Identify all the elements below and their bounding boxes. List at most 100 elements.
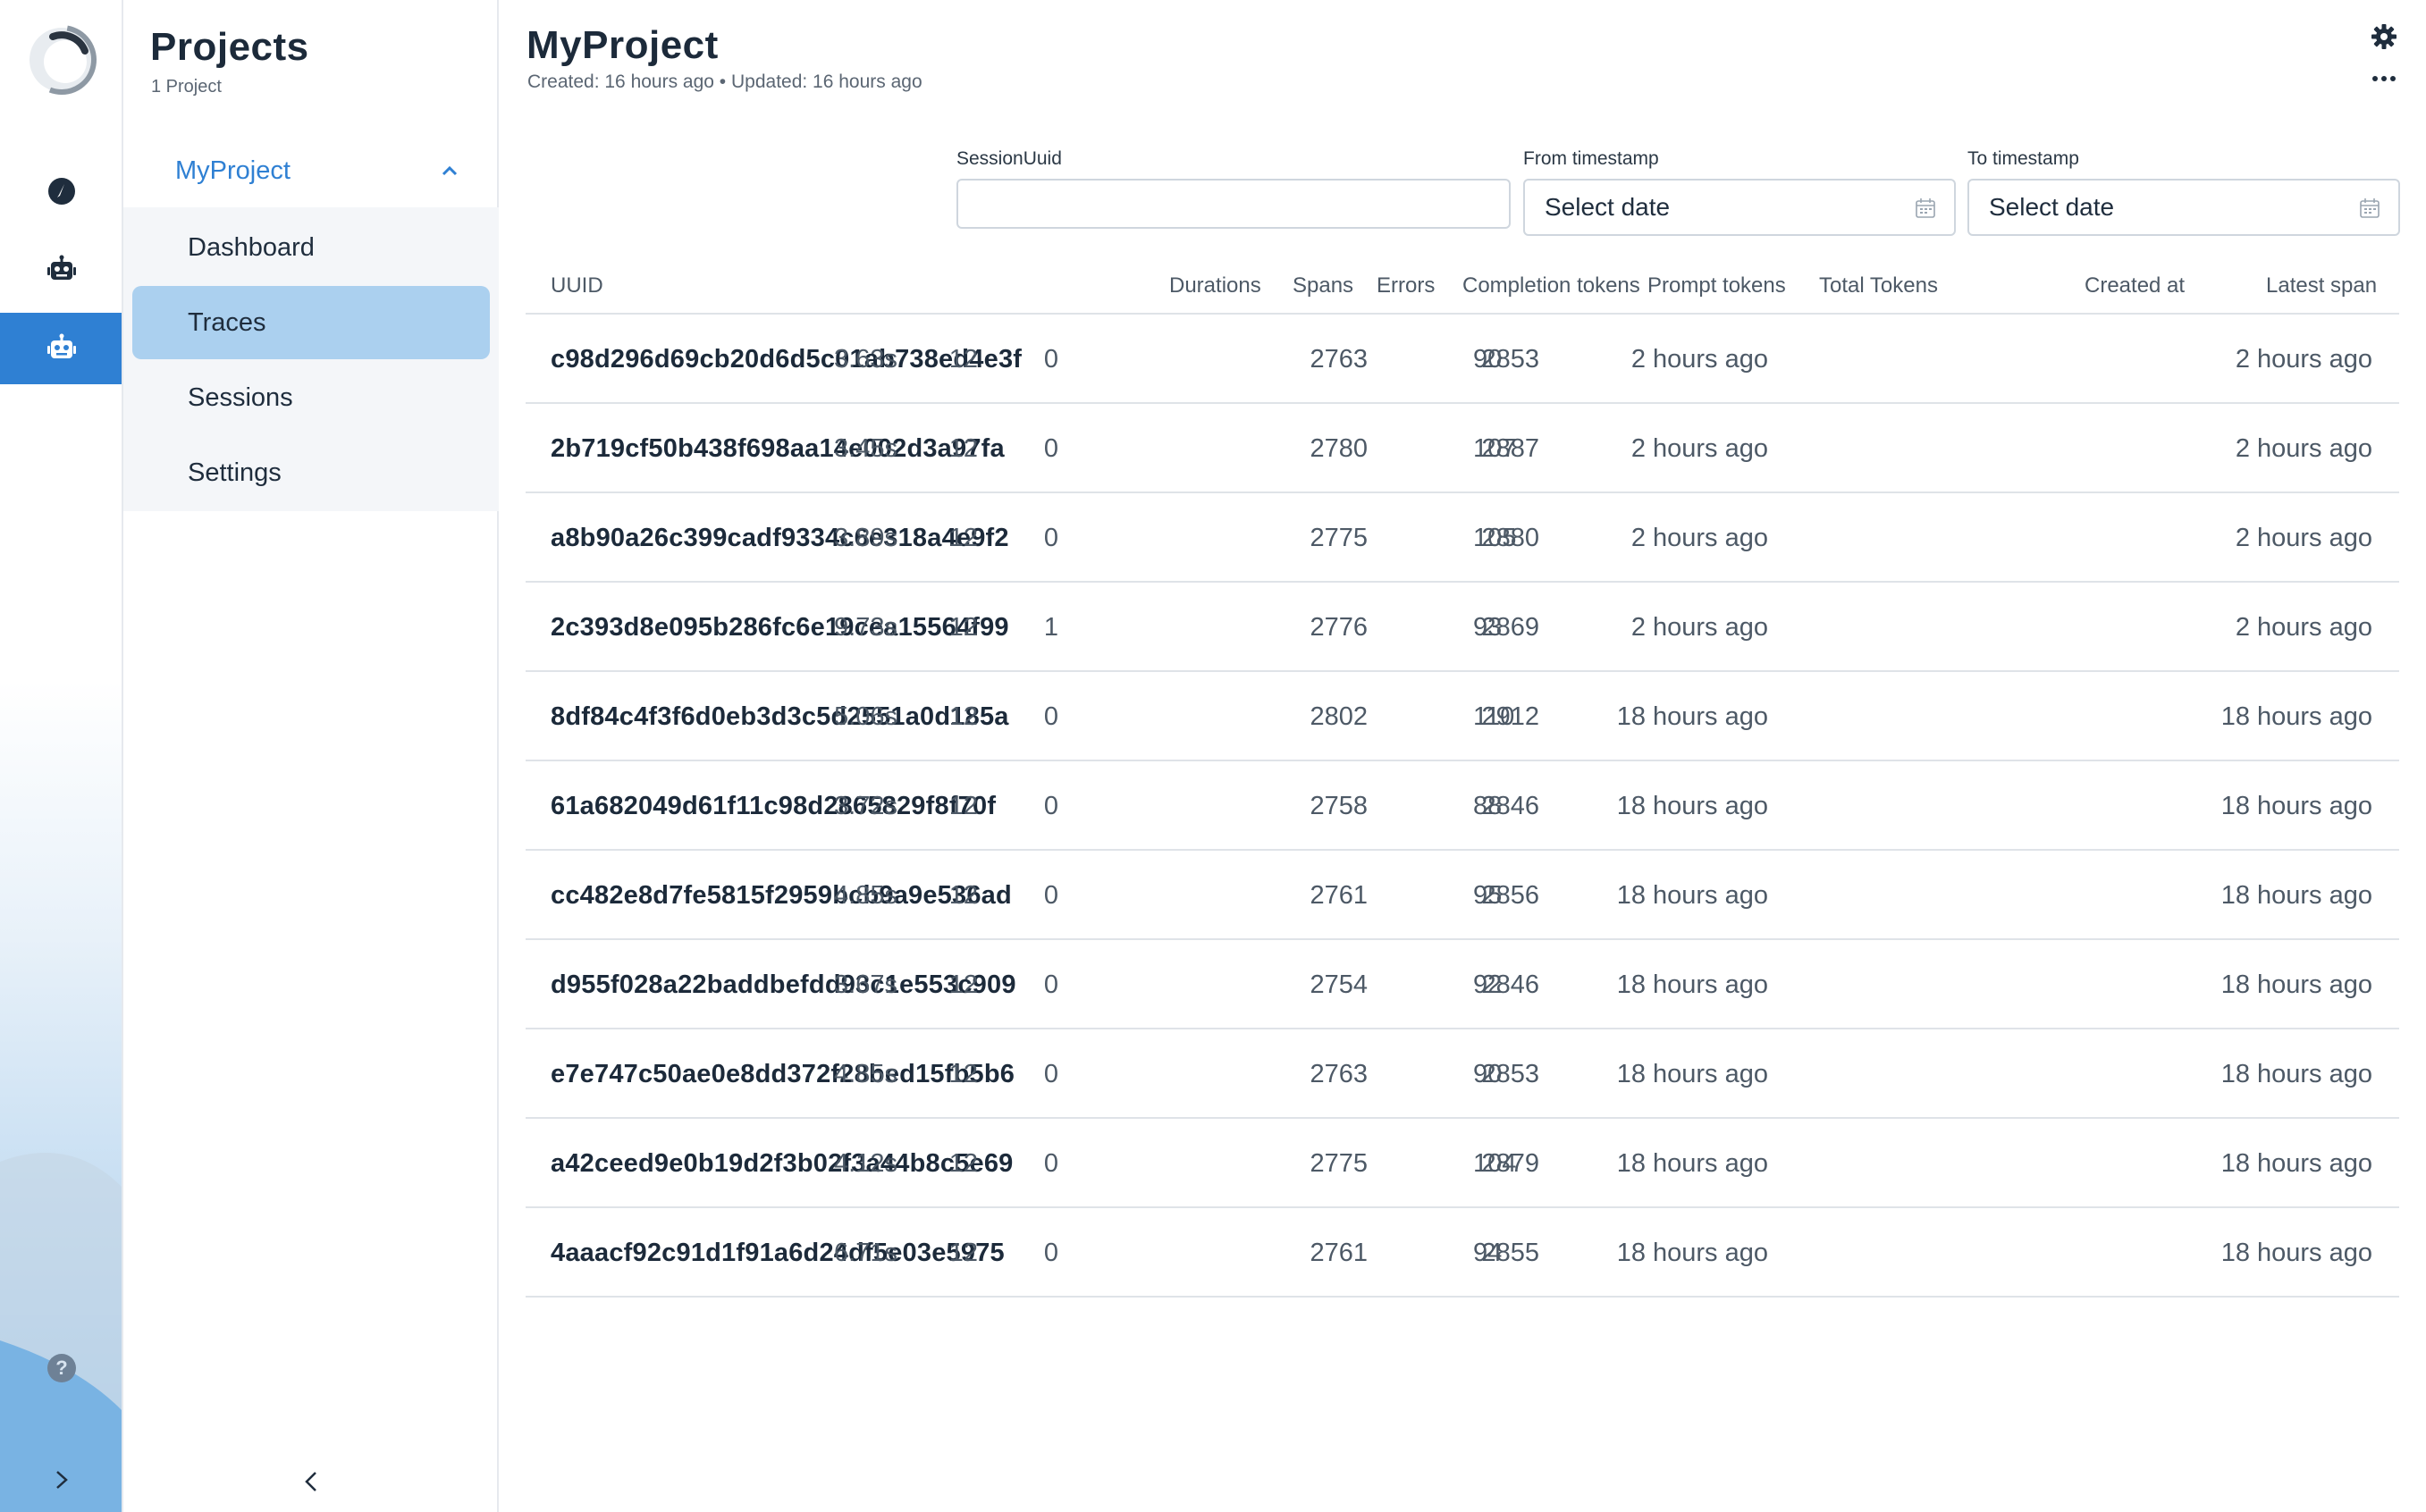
cell-duration: 4.12s: [834, 1149, 897, 1178]
cell-errors: 1: [1043, 613, 1058, 642]
cell-latest-span: 18 hours ago: [2220, 1239, 2372, 1267]
cell-errors: 0: [1043, 1239, 1058, 1267]
cell-total-tokens: 2879: [1481, 1149, 1539, 1178]
cell-created-at: 2 hours ago: [1630, 434, 1768, 463]
to-timestamp-filter: To timestamp Select date: [1967, 148, 2400, 236]
cell-spans: 12: [948, 434, 978, 463]
table-row[interactable]: 61a682049d61f11c98d2865829f8f70f 3.72s 12 0…: [526, 761, 2399, 851]
project-submenu: Dashboard Traces Sessions Settings: [123, 207, 499, 511]
cell-errors: 0: [1043, 524, 1058, 552]
rail-dashboard-button[interactable]: [0, 155, 122, 227]
sidebar-item-dashboard[interactable]: Dashboard: [132, 211, 490, 284]
cell-uuid[interactable]: cc482e8d7fe5815f2959bcb9a9e536ad: [551, 881, 1012, 911]
cell-uuid[interactable]: 2c393d8e095b286fc6e19cea15564f99: [551, 613, 1009, 643]
cell-duration: 4.85s: [834, 1060, 897, 1088]
table-row[interactable]: e7e747c50ae0e8dd372f28bed15fb5b6 4.85s 12 0…: [526, 1029, 2399, 1119]
cell-prompt-tokens: 2775: [1310, 524, 1368, 552]
column-header-completion-tokens[interactable]: Completion tokens: [1462, 273, 1640, 298]
cell-prompt-tokens: 2775: [1310, 1149, 1368, 1178]
cell-prompt-tokens: 2758: [1310, 792, 1368, 820]
calendar-icon: [2360, 198, 2380, 218]
table-row[interactable]: d955f028a22baddbefdd93c1e553c909 3.67s 12 0…: [526, 940, 2399, 1029]
rail-traces-button[interactable]: [0, 313, 122, 384]
cell-created-at: 18 hours ago: [1616, 702, 1768, 731]
cell-prompt-tokens: 2780: [1310, 434, 1368, 463]
cell-errors: 0: [1043, 434, 1058, 463]
cell-created-at: 2 hours ago: [1630, 345, 1768, 374]
cell-errors: 0: [1043, 345, 1058, 374]
sidebar-item-settings[interactable]: Settings: [132, 436, 490, 509]
table-row[interactable]: 2c393d8e095b286fc6e19cea15564f99 9.73s 12 1…: [526, 583, 2399, 672]
cell-uuid[interactable]: e7e747c50ae0e8dd372f28bed15fb5b6: [551, 1060, 1015, 1089]
cell-uuid[interactable]: a8b90a26c399cadf9334c6e318a4e9f2: [551, 524, 1009, 553]
cell-errors: 0: [1043, 1149, 1058, 1178]
cell-latest-span: 2 hours ago: [2235, 524, 2372, 552]
cell-latest-span: 2 hours ago: [2235, 345, 2372, 374]
cell-total-tokens: 2856: [1481, 881, 1539, 910]
column-header-latest-span[interactable]: Latest span: [2266, 273, 2377, 298]
cell-total-tokens: 2853: [1481, 1060, 1539, 1088]
cell-uuid[interactable]: 4aaacf92c91d1f91a6d24df5e03e5975: [551, 1239, 1005, 1268]
project-count: 1 Project: [151, 77, 222, 97]
cell-errors: 0: [1043, 1060, 1058, 1088]
cell-duration: 9.73s: [834, 613, 897, 642]
column-header-errors[interactable]: Errors: [1377, 273, 1435, 298]
from-timestamp-label: From timestamp: [1523, 148, 1659, 169]
cell-spans: 12: [948, 345, 978, 374]
chevron-up-icon: [442, 165, 458, 176]
cell-latest-span: 2 hours ago: [2235, 613, 2372, 642]
table-row[interactable]: 8df84c4f3f6d0eb3d3c5d2551a0d185a 5.06s 12 0…: [526, 672, 2399, 761]
cell-prompt-tokens: 2761: [1310, 881, 1368, 910]
column-header-prompt-tokens[interactable]: Prompt tokens: [1647, 273, 1786, 298]
session-uuid-input[interactable]: [978, 181, 1489, 227]
table-row[interactable]: a8b90a26c399cadf9334c6e318a4e9f2 3.89s 12 0…: [526, 493, 2399, 583]
table-row[interactable]: c98d296d69cb20d6d5c01ab738ed4e3f 3.63s 12 0…: [526, 315, 2399, 404]
help-icon[interactable]: ?: [47, 1354, 76, 1382]
cell-created-at: 18 hours ago: [1616, 970, 1768, 999]
column-header-uuid[interactable]: UUID: [551, 273, 603, 298]
column-header-spans[interactable]: Spans: [1293, 273, 1353, 298]
gear-icon[interactable]: [2371, 23, 2397, 50]
cell-prompt-tokens: 2763: [1310, 1060, 1368, 1088]
from-timestamp-picker[interactable]: Select date: [1523, 179, 1956, 236]
to-timestamp-picker[interactable]: Select date: [1967, 179, 2400, 236]
cell-errors: 0: [1043, 792, 1058, 820]
cell-uuid[interactable]: 8df84c4f3f6d0eb3d3c5d2551a0d185a: [551, 702, 1009, 732]
collapse-sidebar-button[interactable]: [293, 1464, 329, 1499]
column-header-created-at[interactable]: Created at: [2085, 273, 2185, 298]
table-row[interactable]: a42ceed9e0b19d2f3b02f3a44b8c5e69 4.12s 12 0…: [526, 1119, 2399, 1208]
more-options-icon[interactable]: [2371, 70, 2397, 88]
cell-uuid[interactable]: a42ceed9e0b19d2f3b02f3a44b8c5e69: [551, 1149, 1014, 1179]
traces-table: UUID Durations Spans Errors Completion t…: [526, 259, 2399, 1298]
cell-total-tokens: 2887: [1481, 434, 1539, 463]
table-row[interactable]: 4aaacf92c91d1f91a6d24df5e03e5975 6.71s 12 0…: [526, 1208, 2399, 1298]
chevron-left-icon: [305, 1472, 316, 1491]
table-row[interactable]: 2b719cf50b438f698aa14e002d3a97fa 3.45s 12 0…: [526, 404, 2399, 493]
cell-created-at: 2 hours ago: [1630, 524, 1768, 552]
cell-total-tokens: 2869: [1481, 613, 1539, 642]
column-header-total-tokens[interactable]: Total Tokens: [1819, 273, 1938, 298]
project-selector[interactable]: MyProject: [123, 134, 499, 207]
cell-uuid[interactable]: 61a682049d61f11c98d2865829f8f70f: [551, 792, 996, 821]
cell-prompt-tokens: 2761: [1310, 1239, 1368, 1267]
app-logo[interactable]: [26, 24, 97, 96]
expand-sidebar-button[interactable]: [0, 1448, 122, 1512]
column-header-durations[interactable]: Durations: [1169, 273, 1261, 298]
cell-total-tokens: 2912: [1481, 702, 1539, 731]
cell-duration: 3.89s: [834, 524, 897, 552]
gauge-icon: [48, 178, 75, 205]
cell-uuid[interactable]: d955f028a22baddbefdd93c1e553c909: [551, 970, 1016, 1000]
cell-created-at: 18 hours ago: [1616, 1060, 1768, 1088]
cell-latest-span: 18 hours ago: [2220, 881, 2372, 910]
sidebar-item-traces[interactable]: Traces: [132, 286, 490, 359]
sidebar-item-sessions[interactable]: Sessions: [132, 361, 490, 434]
cell-uuid[interactable]: 2b719cf50b438f698aa14e002d3a97fa: [551, 434, 1005, 464]
table-row[interactable]: cc482e8d7fe5815f2959bcb9a9e536ad 4.85s 12 0…: [526, 851, 2399, 940]
cell-duration: 4.85s: [834, 881, 897, 910]
page-title: MyProject: [526, 23, 719, 67]
cell-duration: 3.72s: [834, 792, 897, 820]
robot-icon: [47, 255, 76, 280]
cell-duration: 3.45s: [834, 434, 897, 463]
cell-prompt-tokens: 2754: [1310, 970, 1368, 999]
rail-agents-button[interactable]: [0, 234, 122, 306]
